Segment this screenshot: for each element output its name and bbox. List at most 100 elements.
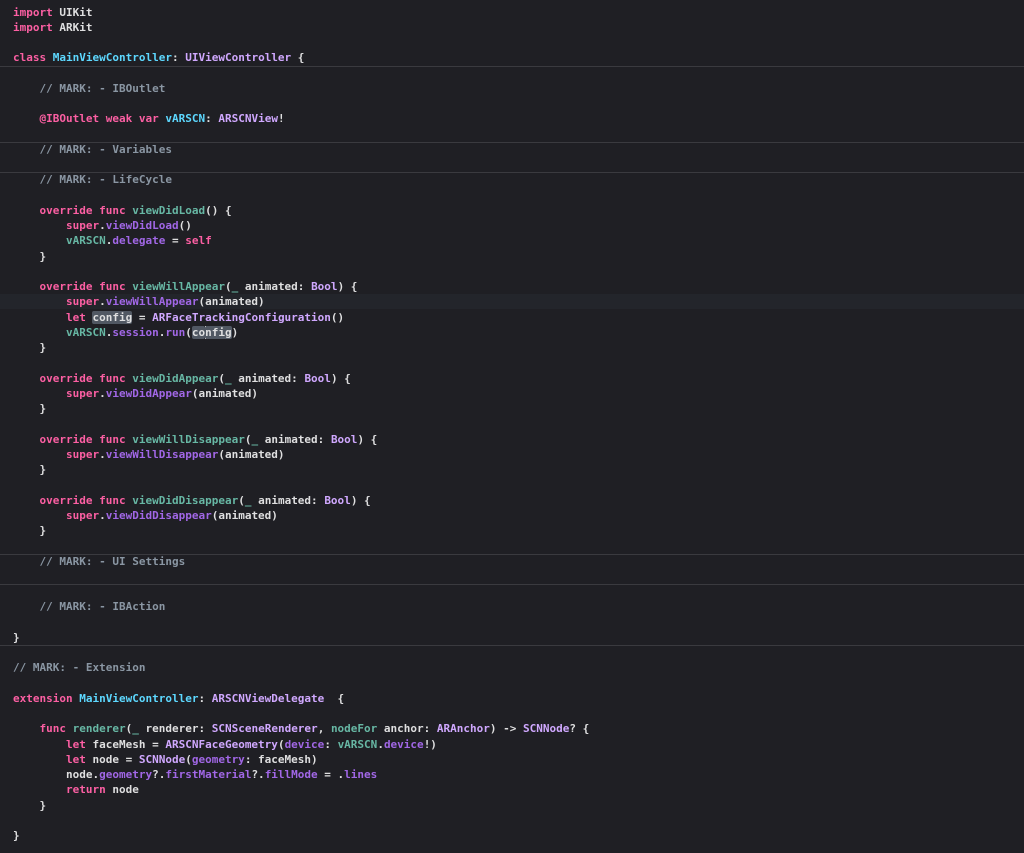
code-token: viewWillAppear (105, 295, 199, 309)
code-line[interactable]: return node (0, 782, 1024, 797)
code-line[interactable] (0, 645, 1024, 660)
code-token: Bool (304, 371, 331, 385)
code-token: return (65, 783, 106, 797)
code-token: viewWillAppear (132, 280, 225, 293)
code-line[interactable]: @IBOutlet weak var vARSCN: ARSCNView! (0, 111, 1024, 126)
code-line[interactable]: override func viewWillAppear(_ animated:… (0, 279, 1024, 294)
code-line[interactable] (0, 188, 1024, 203)
code-token: viewDidLoad (105, 219, 179, 232)
code-token: (animated) (218, 447, 285, 461)
code-line[interactable]: vARSCN.delegate = self (0, 233, 1024, 248)
code-token: let (65, 752, 86, 766)
code-line[interactable]: } (0, 798, 1024, 813)
code-line[interactable]: super.viewDidAppear(animated) (0, 386, 1024, 401)
code-token: override (39, 493, 93, 507)
code-line[interactable]: override func viewDidAppear(_ animated: … (0, 371, 1024, 386)
code-token: . (99, 295, 106, 309)
code-line[interactable] (0, 157, 1024, 172)
code-token: UIKit (52, 5, 93, 19)
code-line[interactable] (0, 676, 1024, 691)
code-line[interactable] (0, 264, 1024, 279)
code-line[interactable]: import UIKit (0, 5, 1024, 20)
code-line[interactable] (0, 813, 1024, 828)
code-line[interactable]: // MARK: - Extension (0, 660, 1024, 675)
code-line[interactable]: } (0, 828, 1024, 843)
code-token: super (65, 386, 100, 400)
code-token: device (383, 737, 424, 751)
mark-separator (0, 645, 1024, 646)
code-line[interactable]: super.viewDidDisappear(animated) (0, 508, 1024, 523)
code-token: ( (218, 371, 225, 385)
code-line[interactable] (0, 416, 1024, 431)
code-token: } (39, 249, 47, 263)
code-token: renderer (72, 722, 126, 736)
code-line[interactable]: let faceMesh = ARSCNFaceGeometry(device:… (0, 737, 1024, 752)
code-line[interactable]: let config = ARFaceTrackingConfiguration… (0, 310, 1024, 325)
code-token: ) { (330, 371, 351, 385)
code-line[interactable]: // MARK: - UI Settings (0, 554, 1024, 569)
code-line[interactable]: // MARK: - IBAction (0, 599, 1024, 614)
code-line[interactable]: vARSCN.session.run(config) (0, 325, 1024, 340)
code-line[interactable] (0, 584, 1024, 599)
code-token: // MARK: - IBAction (39, 600, 166, 614)
code-token: // MARK: - LifeCycle (39, 173, 172, 187)
code-token: = . (317, 768, 345, 781)
code-token: () { (205, 203, 232, 217)
code-token: vARSCN (65, 234, 106, 248)
code-line[interactable]: } (0, 401, 1024, 416)
code-token: : (205, 112, 219, 126)
code-line[interactable]: } (0, 340, 1024, 355)
code-line[interactable] (0, 615, 1024, 630)
code-token: super (65, 295, 100, 309)
code-token: !) (423, 737, 437, 751)
code-line[interactable]: import ARKit (0, 20, 1024, 35)
code-line[interactable]: } (0, 630, 1024, 645)
code-token: ARSCNViewDelegate (211, 691, 325, 705)
code-line[interactable] (0, 127, 1024, 142)
code-line[interactable]: override func viewDidDisappear(_ animate… (0, 493, 1024, 508)
code-line[interactable]: // MARK: - LifeCycle (0, 172, 1024, 187)
code-line[interactable] (0, 477, 1024, 492)
code-token: viewWillDisappear (105, 447, 219, 461)
code-line[interactable]: } (0, 523, 1024, 538)
code-line[interactable] (0, 66, 1024, 81)
code-line[interactable]: // MARK: - Variables (0, 142, 1024, 157)
code-line[interactable]: node.geometry?.firstMaterial?.fillMode =… (0, 767, 1024, 782)
code-line[interactable] (0, 538, 1024, 553)
code-token: () (330, 310, 345, 324)
code-line[interactable] (0, 706, 1024, 721)
code-line[interactable]: super.viewWillDisappear(animated) (0, 447, 1024, 462)
code-line[interactable] (0, 96, 1024, 111)
code-line[interactable]: class MainViewController: UIViewControll… (0, 50, 1024, 65)
code-token: MainViewController (52, 51, 172, 65)
code-token: // MARK: - IBOutlet (39, 81, 166, 95)
code-token: Bool (324, 493, 351, 507)
code-token: vARSCN (65, 325, 106, 339)
code-line[interactable] (0, 35, 1024, 50)
code-line[interactable] (0, 355, 1024, 370)
code-line[interactable]: override func viewWillDisappear(_ animat… (0, 432, 1024, 447)
code-token: override (39, 203, 93, 217)
code-line[interactable]: } (0, 462, 1024, 477)
code-line[interactable]: let node = SCNNode(geometry: faceMesh) (0, 752, 1024, 767)
mark-separator (0, 584, 1024, 585)
code-line[interactable]: super.viewDidLoad() (0, 218, 1024, 233)
code-line[interactable]: // MARK: - IBOutlet (0, 81, 1024, 96)
code-line[interactable]: extension MainViewController: ARSCNViewD… (0, 691, 1024, 706)
code-token: : (198, 691, 212, 705)
code-line[interactable]: override func viewDidLoad() { (0, 203, 1024, 218)
code-token: func (99, 203, 126, 217)
code-line[interactable]: } (0, 249, 1024, 264)
code-line[interactable] (0, 569, 1024, 584)
code-token: } (13, 630, 20, 644)
code-line[interactable]: super.viewWillAppear(animated) (0, 294, 1024, 310)
code-line[interactable]: func renderer(_ renderer: SCNSceneRender… (0, 721, 1024, 736)
code-editor[interactable]: import UIKit import ARKit class MainViewCo… (0, 0, 1024, 853)
